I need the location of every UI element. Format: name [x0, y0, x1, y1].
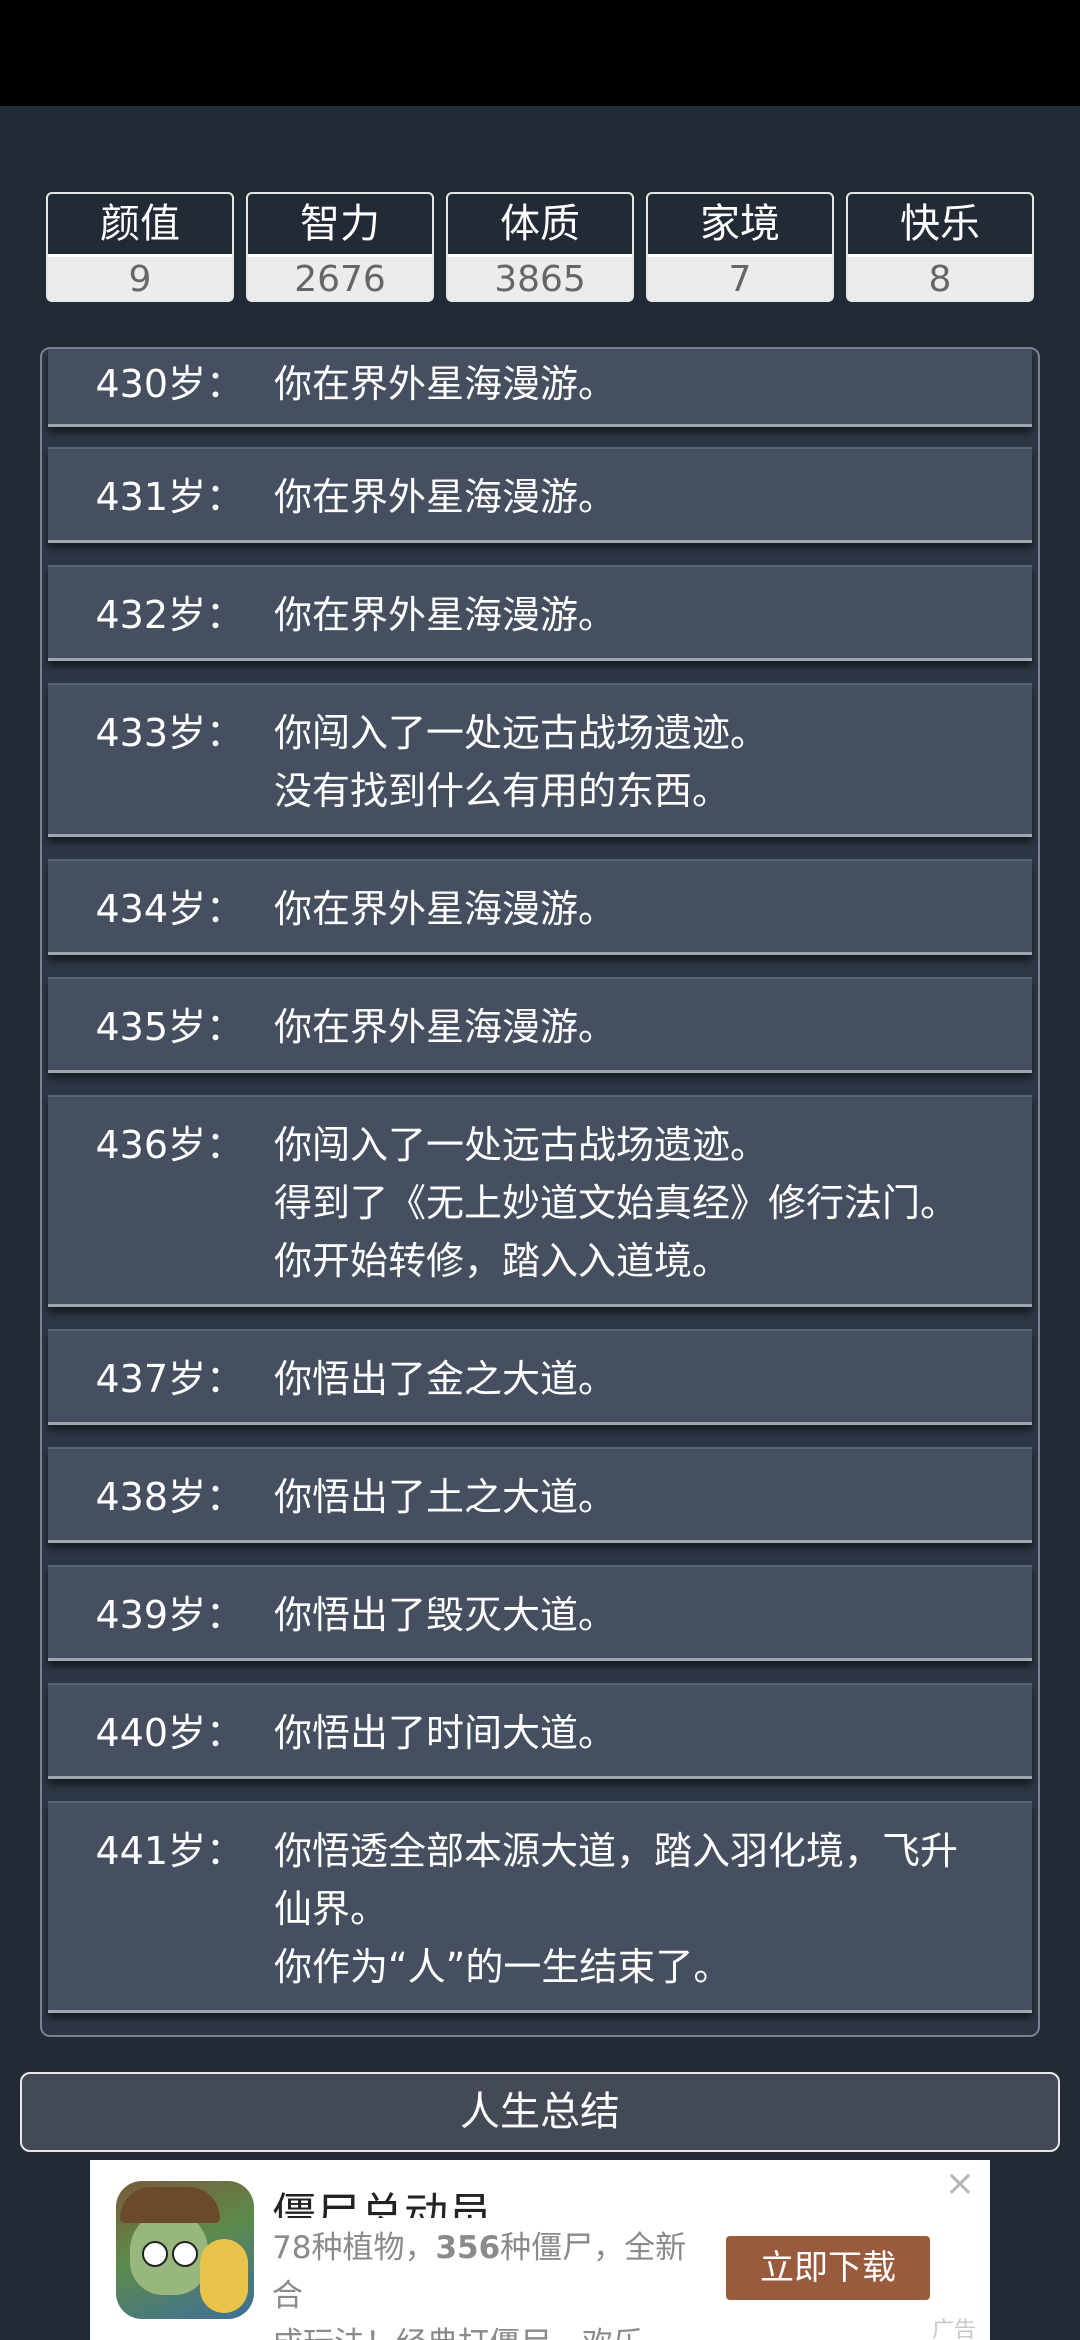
log-entry: 430岁： 你在界外星海漫游。: [48, 349, 1032, 427]
stat-constitution: 体质 3865: [446, 192, 634, 302]
ad-desc-text: 78种植物，: [272, 2230, 436, 2266]
log-text: 你悟透全部本源大道，踏入羽化境，飞升 仙界。 你作为“人”的一生结束了。: [274, 1822, 1004, 1996]
attribute-stats: 颜值 9 智力 2676 体质 3865 家境 7 快乐 8: [46, 192, 1034, 302]
zombie-hat-shape: [120, 2187, 220, 2223]
stat-family-wealth: 家境 7: [646, 192, 834, 302]
log-entry: 432岁： 你在界外星海漫游。: [48, 565, 1032, 661]
ad-desc-number: 356: [435, 2230, 501, 2266]
plant-shape: [200, 2239, 248, 2313]
log-age: 433岁：: [95, 711, 244, 755]
log-line: 你在界外星海漫游。: [274, 593, 617, 637]
log-age: 438岁：: [95, 1475, 244, 1519]
log-text: 你在界外星海漫游。: [274, 880, 1004, 938]
ad-description[interactable]: 78种植物，356种僵尸，全新合 成玩法！经典打僵尸，欢乐再...: [272, 2224, 702, 2340]
log-text: 你悟出了土之大道。: [274, 1468, 1004, 1526]
ad-desc-line-2: 成玩法！经典打僵尸，欢乐再...: [272, 2320, 702, 2340]
log-entry: 439岁： 你悟出了毁灭大道。: [48, 1565, 1032, 1661]
log-text: 你在界外星海漫游。: [274, 355, 1004, 413]
stat-value: 7: [648, 257, 832, 300]
stat-label: 快乐: [848, 194, 1032, 257]
status-bar: [0, 0, 1080, 106]
zombie-eye: [172, 2241, 198, 2267]
log-line: 你开始转修，踏入入道境。: [274, 1239, 731, 1283]
log-line: 你在界外星海漫游。: [274, 1005, 617, 1049]
stat-intelligence: 智力 2676: [246, 192, 434, 302]
log-line: 你在界外星海漫游。: [274, 362, 617, 406]
log-text: 你在界外星海漫游。: [274, 998, 1004, 1056]
log-text: 你悟出了时间大道。: [274, 1704, 1004, 1762]
log-line: 你闯入了一处远古战场遗迹。: [274, 711, 769, 755]
stat-label: 体质: [448, 194, 632, 257]
log-line: 你悟出了毁灭大道。: [274, 1593, 617, 1637]
log-age: 436岁：: [95, 1123, 244, 1167]
log-line: 你悟出了时间大道。: [274, 1711, 617, 1755]
ad-desc-line-1: 78种植物，356种僵尸，全新合: [272, 2224, 702, 2320]
log-age: 432岁：: [95, 593, 244, 637]
log-line: 你悟出了金之大道。: [274, 1357, 617, 1401]
log-entry: 440岁： 你悟出了时间大道。: [48, 1683, 1032, 1779]
log-line: 你悟透全部本源大道，踏入羽化境，飞升: [274, 1829, 959, 1873]
log-age: 431岁：: [95, 475, 244, 519]
log-line: 你闯入了一处远古战场遗迹。: [274, 1123, 769, 1167]
log-line: 得到了《无上妙道文始真经》修行法门。: [274, 1181, 959, 1225]
log-line: 你在界外星海漫游。: [274, 475, 617, 519]
ad-title[interactable]: 僵尸总动员: [272, 2190, 612, 2218]
log-entry: 438岁： 你悟出了土之大道。: [48, 1447, 1032, 1543]
close-icon[interactable]: ×: [942, 2166, 978, 2202]
log-text: 你悟出了金之大道。: [274, 1350, 1004, 1408]
stat-happiness: 快乐 8: [846, 192, 1034, 302]
ad-label: 广告: [932, 2318, 977, 2340]
log-age: 437岁：: [95, 1357, 244, 1401]
log-entry: 441岁： 你悟透全部本源大道，踏入羽化境，飞升 仙界。 你作为“人”的一生结束…: [48, 1801, 1032, 2013]
log-text: 你闯入了一处远古战场遗迹。 得到了《无上妙道文始真经》修行法门。 你开始转修，踏…: [274, 1116, 1004, 1290]
log-line: 没有找到什么有用的东西。: [274, 769, 731, 813]
log-entry: 436岁： 你闯入了一处远古战场遗迹。 得到了《无上妙道文始真经》修行法门。 你…: [48, 1095, 1032, 1307]
stat-value: 9: [48, 257, 232, 300]
stat-appearance: 颜值 9: [46, 192, 234, 302]
stat-label: 颜值: [48, 194, 232, 257]
stat-value: 8: [848, 257, 1032, 300]
log-line: 你在界外星海漫游。: [274, 887, 617, 931]
log-entry: 433岁： 你闯入了一处远古战场遗迹。 没有找到什么有用的东西。: [48, 683, 1032, 837]
log-age: 440岁：: [95, 1711, 244, 1755]
stat-value: 3865: [448, 257, 632, 300]
log-entry: 431岁： 你在界外星海漫游。: [48, 447, 1032, 543]
log-age: 439岁：: [95, 1593, 244, 1637]
log-entry: 437岁： 你悟出了金之大道。: [48, 1329, 1032, 1425]
log-text: 你在界外星海漫游。: [274, 586, 1004, 644]
life-summary-button[interactable]: 人生总结: [20, 2072, 1060, 2152]
ad-banner[interactable]: 僵尸总动员 78种植物，356种僵尸，全新合 成玩法！经典打僵尸，欢乐再... …: [90, 2160, 990, 2340]
game-app-icon[interactable]: [116, 2181, 254, 2319]
zombie-eye: [142, 2241, 168, 2267]
life-log[interactable]: 430岁： 你在界外星海漫游。 431岁： 你在界外星海漫游。 432岁： 你在…: [40, 347, 1040, 2037]
log-entry: 434岁： 你在界外星海漫游。: [48, 859, 1032, 955]
log-text: 你闯入了一处远古战场遗迹。 没有找到什么有用的东西。: [274, 704, 1004, 820]
download-now-button[interactable]: 立即下载: [726, 2236, 930, 2300]
log-age: 434岁：: [95, 887, 244, 931]
log-line: 你悟出了土之大道。: [274, 1475, 617, 1519]
log-age: 441岁：: [95, 1829, 244, 1873]
stat-value: 2676: [248, 257, 432, 300]
log-text: 你在界外星海漫游。: [274, 468, 1004, 526]
log-age: 430岁：: [95, 362, 244, 406]
log-text: 你悟出了毁灭大道。: [274, 1586, 1004, 1644]
log-age: 435岁：: [95, 1005, 244, 1049]
stat-label: 家境: [648, 194, 832, 257]
log-line: 你作为“人”的一生结束了。: [274, 1945, 732, 1989]
log-line: 仙界。: [274, 1887, 389, 1931]
zombie-face-shape: [130, 2211, 208, 2295]
stat-label: 智力: [248, 194, 432, 257]
log-entry: 435岁： 你在界外星海漫游。: [48, 977, 1032, 1073]
